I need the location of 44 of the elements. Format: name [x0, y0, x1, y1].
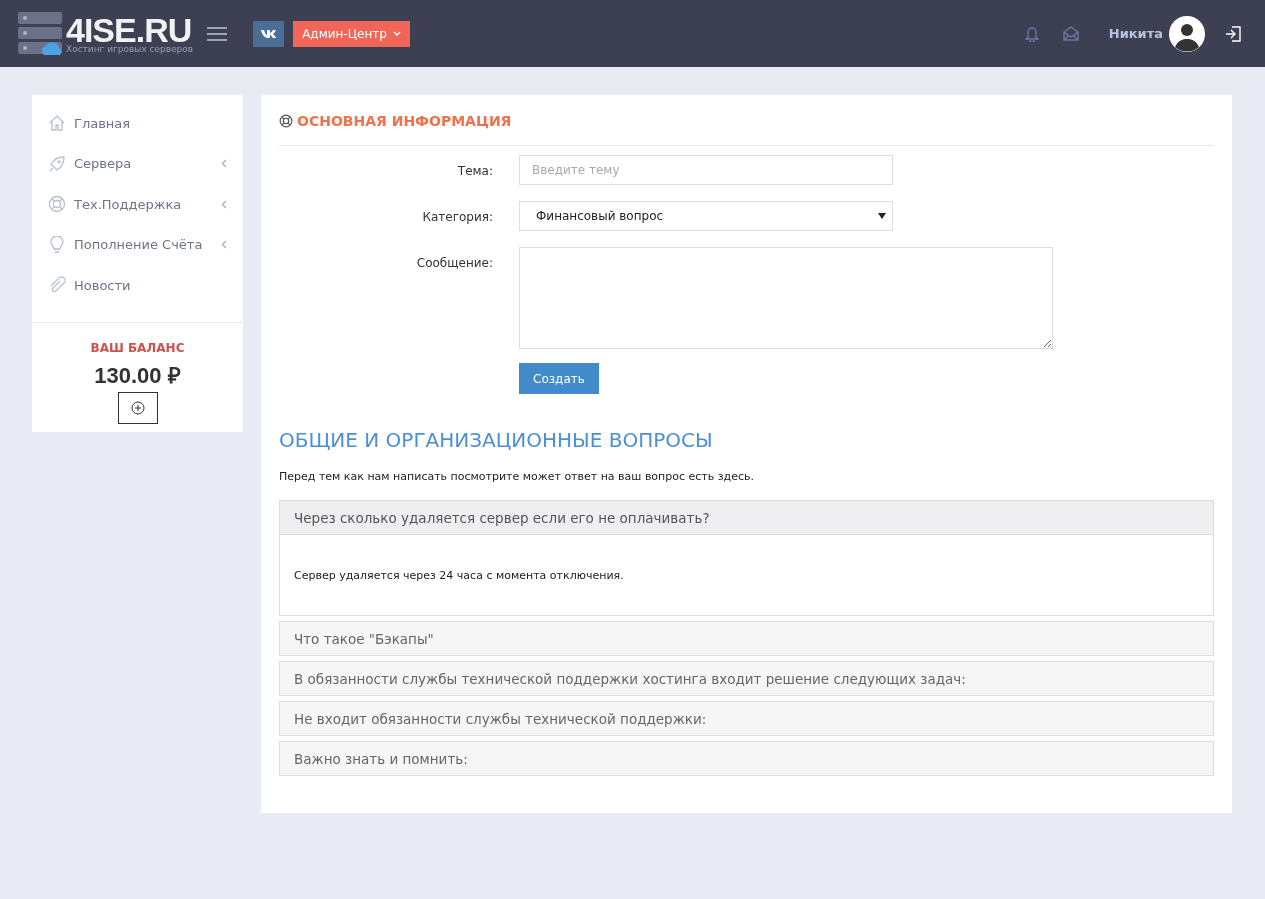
faq-answer: Сервер удаляется через 24 часа с момента отключения.: [294, 568, 624, 582]
faq-question[interactable]: Не входит обязанности службы технической поддержки:: [279, 701, 1214, 736]
vk-button[interactable]: [253, 20, 285, 47]
envelope-icon[interactable]: [1062, 26, 1079, 41]
field-label: Тема:: [456, 163, 494, 180]
menu-icon[interactable]: [207, 26, 228, 41]
select-field[interactable]: Финансовый вопрос: [519, 201, 893, 231]
lightbulb-icon: [48, 235, 66, 254]
paperclip-icon: [48, 276, 66, 295]
bell-icon[interactable]: [1024, 25, 1039, 42]
logout-icon[interactable]: [1225, 25, 1241, 42]
sidebar-item[interactable]: Новости: [32, 265, 243, 306]
sidebar-item[interactable]: Тех.Поддержка: [32, 184, 243, 225]
logo-tagline: Хостинг игровых серверов: [66, 45, 194, 54]
balance-amount: 130.00 ₽: [94, 361, 181, 389]
lifebuoy-icon: [279, 114, 293, 128]
plus-circle-icon: [130, 400, 145, 415]
caret-icon: [392, 30, 401, 37]
lifebuoy-icon: [48, 195, 66, 214]
faq-intro: Перед тем как нам написать посмотрите может ответ на ваш вопрос есть здесь.: [279, 470, 755, 483]
server-cloud-icon: [18, 11, 64, 56]
input-field[interactable]: Введите тему: [519, 155, 893, 185]
balance-label: ВАШ БАЛАНС: [90, 340, 185, 355]
sidebar-item[interactable]: Главная: [32, 103, 243, 144]
faq-heading: ОБЩИЕ И ОРГАНИЗАЦИОННЫЕ ВОПРОСЫ: [279, 428, 714, 452]
field-label: Категория:: [421, 209, 494, 226]
message-field[interactable]: [519, 247, 1053, 349]
faq-question[interactable]: В обязанности службы технической поддержки хостинга входит решение следующих задач:: [279, 661, 1214, 696]
sidebar-item[interactable]: Пополнение Счёта: [32, 224, 243, 265]
create-button[interactable]: Создать: [519, 363, 599, 394]
faq-question[interactable]: Что такое "Бэкапы": [279, 621, 1214, 656]
add-funds-button[interactable]: [117, 391, 158, 424]
vk-logo-icon: [260, 28, 277, 39]
caret-icon: [878, 213, 886, 219]
section-title: ОСНОВНАЯ ИНФОРМАЦИЯ: [297, 113, 512, 129]
field-label: Сообщение:: [415, 255, 494, 272]
faq-question[interactable]: Через сколько удаляется сервер если его не оплачивать?: [279, 500, 1214, 535]
admin-center-button[interactable]: Админ-Центр: [293, 20, 410, 47]
rocket-icon: [48, 154, 66, 173]
avatar-icon[interactable]: [1169, 15, 1205, 52]
user-name[interactable]: Никита: [1108, 26, 1163, 41]
house-icon: [48, 114, 66, 133]
faq-question[interactable]: Важно знать и помнить:: [279, 741, 1214, 776]
sidebar-item[interactable]: Сервера: [32, 143, 243, 184]
